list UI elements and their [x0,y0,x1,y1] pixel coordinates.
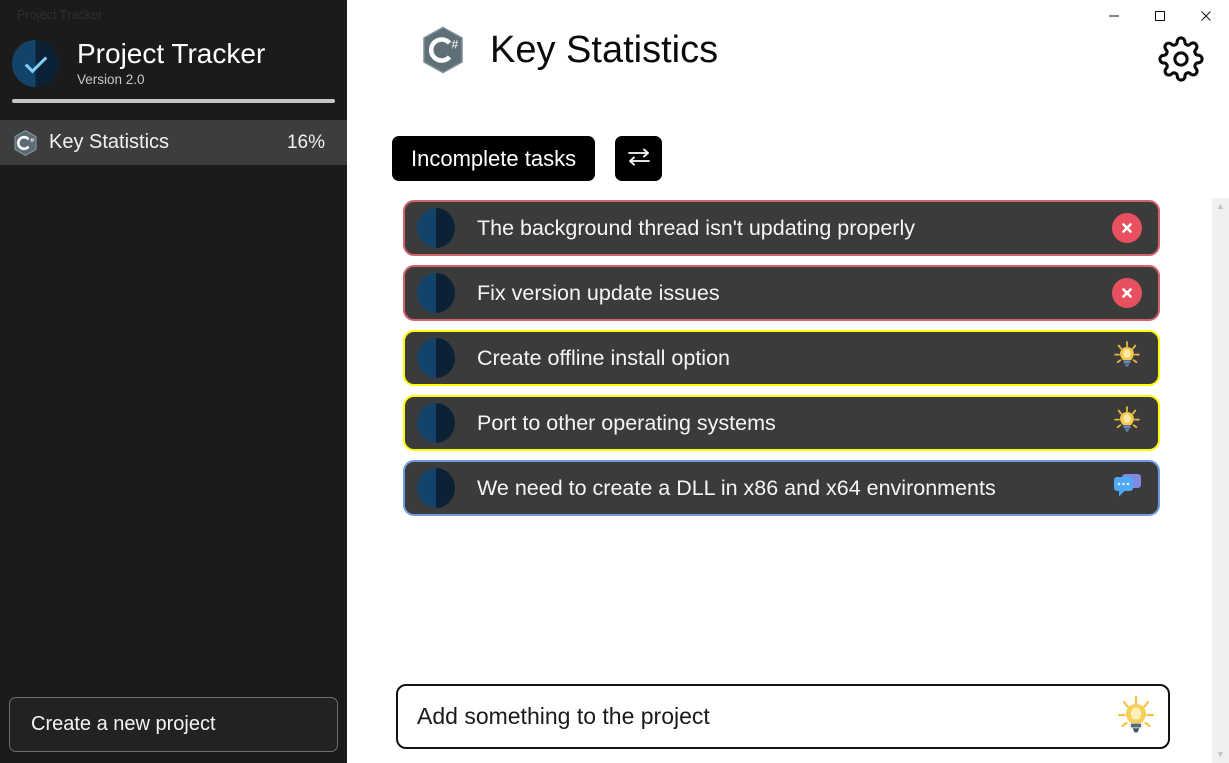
sidebar-brand: Project Tracker Version 2.0 [0,28,347,98]
task-row[interactable]: Fix version update issues [403,265,1160,321]
csharp-logo-icon: # [422,26,464,74]
csharp-logo-icon: # [14,130,37,156]
close-button[interactable] [1183,0,1229,32]
filter-toolbar: Incomplete tasks [392,136,662,181]
brand-title: Project Tracker [77,39,265,68]
titlebar-app-label: Project Tracker [17,8,103,22]
sidebar-item-key-statistics[interactable]: # Key Statistics 16% [0,120,347,165]
window-controls [1091,0,1229,32]
swap-sort-button[interactable] [615,136,662,181]
sidebar-item-label: Key Statistics [49,131,287,154]
task-label: Fix version update issues [477,281,1110,306]
scroll-up-arrow-icon[interactable]: ▲ [1216,202,1225,211]
gear-icon [1158,36,1204,87]
filter-incomplete-tasks-button[interactable]: Incomplete tasks [392,136,595,181]
task-label: We need to create a DLL in x86 and x64 e… [477,476,1110,501]
svg-text:#: # [30,137,34,144]
task-action-button[interactable] [1110,341,1144,375]
app-window: Project Tracker Project Tracker Version … [0,0,1229,763]
swap-arrows-icon [626,146,652,171]
maximize-button[interactable] [1137,0,1183,32]
scroll-down-arrow-icon[interactable]: ▼ [1216,750,1225,759]
split-avatar-icon [417,468,455,508]
task-row[interactable]: Create offline install option [403,330,1160,386]
minimize-button[interactable] [1091,0,1137,32]
split-avatar-icon [417,273,455,313]
task-row[interactable]: The background thread isn't updating pro… [403,200,1160,256]
split-avatar-icon [417,338,455,378]
close-circle-icon[interactable] [1112,213,1142,243]
task-action-button[interactable] [1110,471,1144,505]
lightbulb-icon[interactable] [1111,405,1143,442]
task-list: The background thread isn't updating pro… [403,200,1160,525]
check-mark-icon [24,51,47,74]
sidebar: Project Tracker Project Tracker Version … [0,0,347,763]
task-action-button[interactable] [1110,406,1144,440]
task-row[interactable]: Port to other operating systems [403,395,1160,451]
sidebar-item-progress: 16% [287,132,325,154]
task-label: The background thread isn't updating pro… [477,216,1110,241]
add-task-bar[interactable] [396,684,1170,749]
sidebar-divider [12,99,335,103]
task-label: Create offline install option [477,346,1110,371]
task-row[interactable]: We need to create a DLL in x86 and x64 e… [403,460,1160,516]
lightbulb-icon[interactable] [1114,694,1158,740]
task-label: Port to other operating systems [477,411,1110,436]
split-avatar-icon [417,208,455,248]
create-new-project-label: Create a new project [31,713,216,736]
brand-version: Version 2.0 [77,72,265,87]
sidebar-project-list: # Key Statistics 16% [0,120,347,165]
add-task-input[interactable] [417,703,1114,730]
check-circle-icon [12,40,59,87]
create-new-project-button[interactable]: Create a new project [9,697,338,752]
close-circle-icon[interactable] [1112,278,1142,308]
task-action-button[interactable] [1110,276,1144,310]
page-header: # Key Statistics [422,26,718,74]
settings-button[interactable] [1157,37,1205,85]
brand-text-block: Project Tracker Version 2.0 [77,39,265,86]
svg-text:#: # [452,38,459,52]
main-content: # Key Statistics Incomplete tasks [347,0,1229,763]
split-avatar-icon [417,403,455,443]
page-title: Key Statistics [490,29,718,72]
chat-bubble-icon[interactable] [1111,471,1143,506]
lightbulb-icon[interactable] [1111,340,1143,377]
main-scrollbar[interactable]: ▲ ▼ [1212,198,1229,763]
task-action-button[interactable] [1110,211,1144,245]
